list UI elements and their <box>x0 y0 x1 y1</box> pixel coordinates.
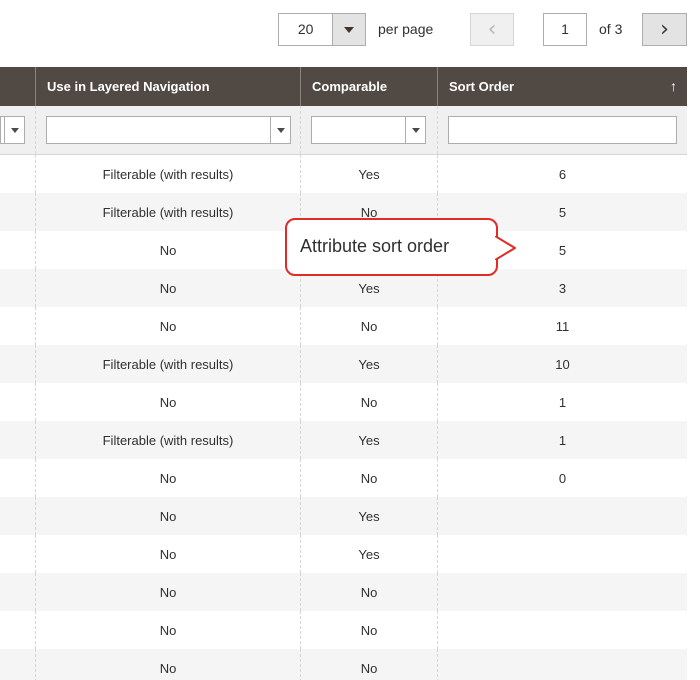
cell-comparable: Yes <box>300 497 437 535</box>
cell-comparable: No <box>300 383 437 421</box>
table-row[interactable]: No No 1 <box>0 383 687 421</box>
attributes-grid: Use in Layered Navigation Comparable Sor… <box>0 67 687 680</box>
cell-truncated <box>0 193 35 231</box>
table-row[interactable]: Filterable (with results) Yes 1 <box>0 421 687 459</box>
cell-sort-order <box>437 497 687 535</box>
cell-comparable: No <box>300 459 437 497</box>
column-header-layered-navigation[interactable]: Use in Layered Navigation <box>35 67 300 106</box>
cell-layered-navigation: No <box>35 497 300 535</box>
pager-bar: 20 per page ‹ 1 of 3 › <box>0 0 700 67</box>
column-header-truncated[interactable] <box>0 67 35 106</box>
cell-comparable: No <box>300 649 437 680</box>
chevron-down-icon <box>276 127 285 133</box>
grid-header-row: Use in Layered Navigation Comparable Sor… <box>0 67 687 106</box>
cell-comparable: Yes <box>300 535 437 573</box>
cell-layered-navigation: No <box>35 535 300 573</box>
cell-layered-navigation: Filterable (with results) <box>35 421 300 459</box>
cell-truncated <box>0 535 35 573</box>
cell-comparable: Yes <box>300 155 437 193</box>
cell-comparable: Yes <box>300 421 437 459</box>
cell-truncated <box>0 611 35 649</box>
cell-truncated <box>0 307 35 345</box>
cell-truncated <box>0 421 35 459</box>
chevron-right-icon: › <box>660 16 669 42</box>
table-row[interactable]: No No <box>0 649 687 680</box>
table-row[interactable]: No No 11 <box>0 307 687 345</box>
filter-dropdown-toggle[interactable] <box>4 117 24 143</box>
cell-sort-order: 1 <box>437 421 687 459</box>
annotation-callout: Attribute sort order <box>285 218 498 276</box>
per-page-dropdown-button[interactable] <box>332 14 365 45</box>
cell-truncated <box>0 573 35 611</box>
cell-sort-order: 0 <box>437 459 687 497</box>
cell-comparable: No <box>300 573 437 611</box>
cell-truncated <box>0 345 35 383</box>
cell-layered-navigation: No <box>35 269 300 307</box>
cell-layered-navigation: No <box>35 611 300 649</box>
chevron-left-icon: ‹ <box>487 16 497 42</box>
filter-cell-comparable <box>300 106 437 154</box>
cell-truncated <box>0 269 35 307</box>
cell-truncated <box>0 497 35 535</box>
table-row[interactable]: No No 0 <box>0 459 687 497</box>
filter-dropdown-toggle[interactable] <box>405 117 425 143</box>
table-row[interactable]: Filterable (with results) Yes 10 <box>0 345 687 383</box>
grid-filter-row <box>0 106 687 155</box>
cell-layered-navigation: No <box>35 231 300 269</box>
cell-truncated <box>0 155 35 193</box>
table-row[interactable]: No No <box>0 611 687 649</box>
cell-layered-navigation: No <box>35 383 300 421</box>
cell-sort-order <box>437 649 687 680</box>
chevron-down-icon <box>10 127 19 133</box>
cell-layered-navigation: Filterable (with results) <box>35 155 300 193</box>
current-page-input[interactable]: 1 <box>543 13 587 46</box>
cell-comparable: Yes <box>300 345 437 383</box>
per-page-select[interactable]: 20 <box>278 13 366 46</box>
previous-page-button[interactable]: ‹ <box>470 13 514 46</box>
cell-layered-navigation: No <box>35 307 300 345</box>
cell-layered-navigation: Filterable (with results) <box>35 345 300 383</box>
cell-layered-navigation: No <box>35 649 300 680</box>
chevron-down-icon <box>344 26 355 33</box>
column-header-comparable[interactable]: Comparable <box>300 67 437 106</box>
cell-layered-navigation: No <box>35 573 300 611</box>
cell-comparable: No <box>300 611 437 649</box>
filter-select-comparable[interactable] <box>311 116 426 144</box>
cell-sort-order <box>437 573 687 611</box>
filter-dropdown-toggle[interactable] <box>270 117 290 143</box>
sort-ascending-icon: ↑ <box>670 78 677 94</box>
per-page-label: per page <box>378 21 434 37</box>
filter-cell-sort-order <box>437 106 687 154</box>
cell-sort-order <box>437 535 687 573</box>
cell-sort-order: 10 <box>437 345 687 383</box>
cell-truncated <box>0 459 35 497</box>
filter-input-sort-order[interactable] <box>448 116 677 144</box>
cell-comparable: No <box>300 307 437 345</box>
filter-cell-truncated <box>0 106 35 154</box>
filter-select-layered-navigation[interactable] <box>46 116 291 144</box>
per-page-value[interactable]: 20 <box>279 14 332 45</box>
table-row[interactable]: No Yes <box>0 535 687 573</box>
cell-truncated <box>0 231 35 269</box>
column-header-sort-order[interactable]: Sort Order ↑ <box>437 67 687 106</box>
filter-cell-layered-navigation <box>35 106 300 154</box>
cell-sort-order: 11 <box>437 307 687 345</box>
cell-truncated <box>0 649 35 680</box>
annotation-callout-text: Attribute sort order <box>300 236 450 256</box>
cell-sort-order <box>437 611 687 649</box>
cell-sort-order: 1 <box>437 383 687 421</box>
callout-pointer-icon <box>495 236 516 260</box>
table-row[interactable]: No No <box>0 573 687 611</box>
cell-layered-navigation: No <box>35 459 300 497</box>
next-page-button[interactable]: › <box>642 13 687 46</box>
total-pages-label: of 3 <box>599 21 623 37</box>
cell-sort-order: 6 <box>437 155 687 193</box>
column-header-sort-order-label: Sort Order <box>449 79 515 94</box>
cell-layered-navigation: Filterable (with results) <box>35 193 300 231</box>
cell-truncated <box>0 383 35 421</box>
table-row[interactable]: Filterable (with results) Yes 6 <box>0 155 687 193</box>
filter-select-truncated[interactable] <box>0 116 25 144</box>
chevron-down-icon <box>411 127 420 133</box>
table-row[interactable]: No Yes <box>0 497 687 535</box>
